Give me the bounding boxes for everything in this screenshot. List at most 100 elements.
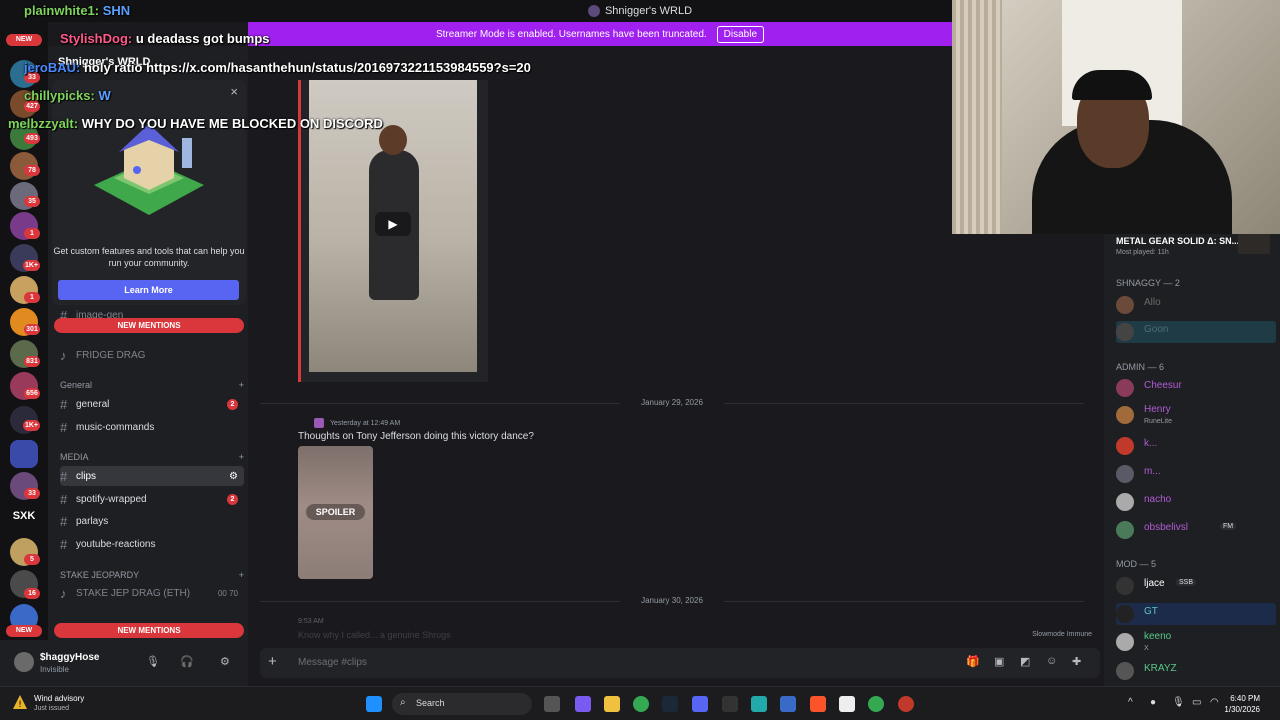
message-composer[interactable]: + Message #clips 🎁 ▣ ◩ ☺ ✚: [260, 648, 1100, 678]
member-item[interactable]: obsbelivsl FM: [1116, 519, 1276, 541]
gif-icon[interactable]: ▣: [994, 655, 1004, 668]
taskbar-search[interactable]: ⌕ Search: [392, 693, 532, 715]
member-item[interactable]: GT: [1116, 603, 1276, 625]
channel-parlays[interactable]: # parlays: [60, 511, 244, 531]
add-channel-icon[interactable]: +: [239, 570, 244, 580]
microphone-icon[interactable]: 🎙: [1172, 697, 1185, 708]
avatar: [1116, 605, 1134, 623]
date-divider: January 29, 2026: [260, 398, 1084, 407]
windows-start-icon[interactable]: [366, 696, 382, 712]
role-header-shnaggy: SHNAGGY — 2: [1116, 278, 1180, 288]
steam-icon[interactable]: [662, 696, 678, 712]
member-item[interactable]: keeno X: [1116, 631, 1276, 653]
channel-fridge-drag[interactable]: ♪ FRIDGE DRAG: [60, 345, 244, 365]
server-badge: 1: [24, 292, 40, 303]
new-pill-top[interactable]: NEW: [6, 34, 42, 46]
speaker-icon: ♪: [60, 347, 67, 363]
member-item[interactable]: nacho: [1116, 491, 1276, 513]
gift-icon[interactable]: 🎁: [966, 655, 980, 668]
add-attachment-icon[interactable]: +: [268, 653, 277, 670]
channel-music-commands[interactable]: # music-commands: [60, 417, 244, 437]
avatar[interactable]: [14, 652, 34, 672]
network-icon[interactable]: ◠: [1210, 697, 1219, 708]
channel-clips[interactable]: # clips ⚙: [60, 466, 244, 486]
chrome-icon[interactable]: [633, 696, 649, 712]
obs-icon[interactable]: [722, 696, 738, 712]
member-item[interactable]: m...: [1116, 463, 1276, 485]
emoji-icon[interactable]: ☺: [1046, 655, 1057, 667]
play-icon[interactable]: ▶: [375, 212, 411, 236]
activity-game[interactable]: METAL GEAR SOLID Δ: SN...: [1116, 236, 1239, 246]
hash-icon: #: [60, 419, 68, 435]
category-stake-jeopardy[interactable]: STAKE JEOPARDY +: [60, 570, 244, 580]
server-folder-icon[interactable]: [10, 440, 38, 468]
app-icon[interactable]: [751, 696, 767, 712]
file-explorer-icon[interactable]: [604, 696, 620, 712]
streamer-mode-banner: Streamer Mode is enabled. Usernames have…: [248, 22, 952, 46]
new-mentions-pill[interactable]: NEW MENTIONS: [54, 318, 244, 333]
category-media[interactable]: MEDIA +: [60, 452, 244, 462]
channel-stake-jep-drag[interactable]: ♪ STAKE JEP DRAG (ETH) 00 70: [60, 583, 244, 603]
server-badge: 831: [24, 356, 40, 367]
hash-icon: #: [60, 513, 68, 529]
server-icon: [587, 5, 600, 17]
chrome-icon[interactable]: [898, 696, 914, 712]
app-icon[interactable]: [780, 696, 796, 712]
game-art: [1238, 234, 1270, 254]
member-item[interactable]: Allo: [1116, 294, 1276, 316]
new-pill-bottom[interactable]: NEW: [6, 625, 42, 637]
username[interactable]: $haggyHose: [40, 652, 99, 663]
hash-icon: #: [60, 491, 68, 507]
role-header-admin: ADMIN — 6: [1116, 362, 1165, 372]
channel-general[interactable]: # general 2: [60, 394, 244, 414]
server-badge: 1: [24, 228, 40, 239]
message-input[interactable]: Message #clips: [298, 657, 367, 668]
avatar: [1116, 662, 1134, 680]
channel-youtube-reactions[interactable]: # youtube-reactions: [60, 534, 244, 554]
new-mentions-pill-bottom[interactable]: NEW MENTIONS: [54, 623, 244, 638]
streamer-banner-text: Streamer Mode is enabled. Usernames have…: [435, 28, 707, 40]
gear-icon[interactable]: ⚙: [229, 471, 238, 482]
server-badge: 493: [24, 133, 40, 144]
tray-icon[interactable]: ▭: [1192, 697, 1201, 708]
channel-spotify-wrapped[interactable]: # spotify-wrapped 2: [60, 489, 244, 509]
spoiler-attachment[interactable]: SPOILER: [298, 446, 373, 579]
chrome-icon[interactable]: [868, 696, 884, 712]
svg-text:!: !: [18, 700, 22, 710]
windows-taskbar: ! Wind advisory Just issued ⌕ Search ^ ● …: [0, 686, 1280, 720]
copilot-icon[interactable]: [575, 696, 591, 712]
settings-gear-icon[interactable]: ⚙: [220, 655, 230, 668]
tray-icon[interactable]: ●: [1150, 697, 1156, 708]
member-item[interactable]: ljace SSB: [1116, 575, 1276, 597]
close-icon[interactable]: ×: [230, 84, 238, 99]
disable-streamer-button[interactable]: Disable: [716, 25, 765, 43]
weather-warning-icon[interactable]: !: [12, 694, 28, 710]
avatar: [1116, 521, 1134, 539]
server-badge: 301: [24, 324, 40, 335]
add-channel-icon[interactable]: +: [239, 452, 244, 462]
category-general[interactable]: General +: [60, 380, 244, 390]
apps-icon[interactable]: ✚: [1072, 655, 1081, 668]
app-icon[interactable]: [839, 696, 855, 712]
sticker-icon[interactable]: ◩: [1020, 655, 1030, 668]
brave-icon[interactable]: [810, 696, 826, 712]
server-sxk[interactable]: SXK: [0, 510, 48, 522]
system-clock[interactable]: 6:40 PM 1/30/2026: [1224, 693, 1260, 715]
avatar: [1116, 633, 1134, 651]
server-badge: 656: [24, 388, 40, 399]
discord-icon[interactable]: [692, 696, 708, 712]
task-view-icon[interactable]: [544, 696, 560, 712]
microphone-icon[interactable]: 🎙: [146, 655, 160, 668]
member-item[interactable]: k...: [1116, 435, 1276, 457]
weather-title[interactable]: Wind advisory: [34, 694, 84, 703]
avatar: [1116, 296, 1134, 314]
member-item[interactable]: Goon: [1116, 321, 1276, 343]
headphones-icon[interactable]: 🎧: [180, 655, 194, 668]
member-item[interactable]: Cheesur: [1116, 377, 1276, 399]
learn-more-button[interactable]: Learn More: [58, 280, 239, 300]
chevron-up-icon[interactable]: ^: [1128, 697, 1133, 708]
member-item[interactable]: KRAYZ: [1116, 660, 1276, 682]
mention-badge: 2: [227, 398, 238, 410]
add-channel-icon[interactable]: +: [239, 380, 244, 390]
member-item[interactable]: Henry RuneLite: [1116, 404, 1276, 426]
